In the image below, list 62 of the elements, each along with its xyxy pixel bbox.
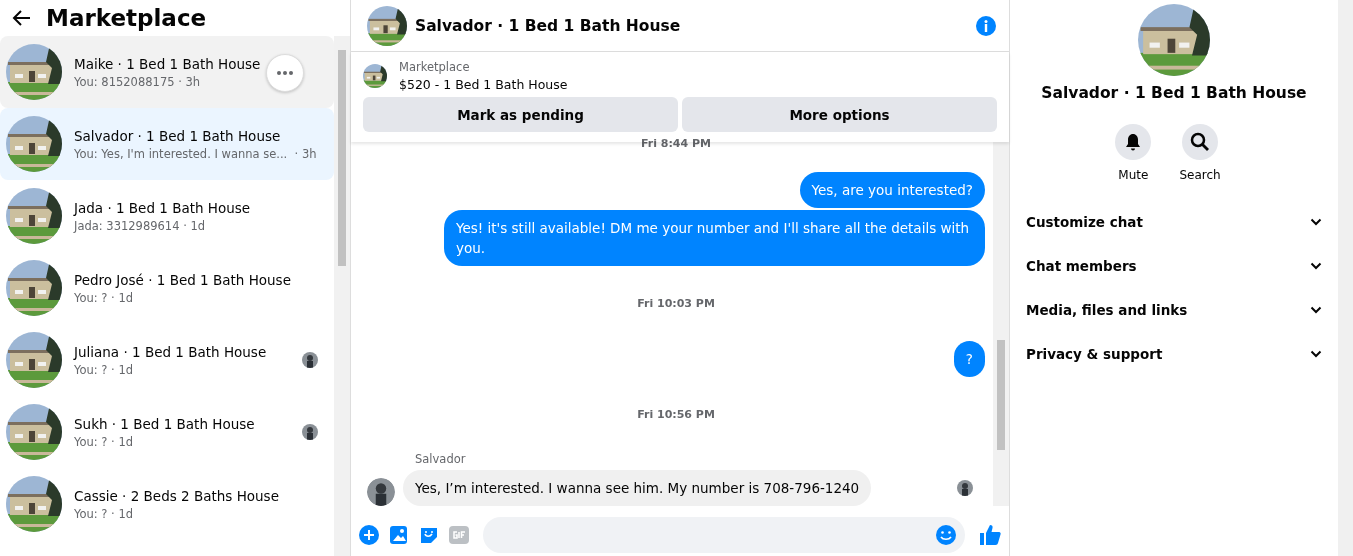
action-label: Mute xyxy=(1118,168,1149,182)
image-icon[interactable] xyxy=(389,525,409,545)
message-preview: You: Yes, I'm interested. I wanna se... · 3h xyxy=(74,146,317,161)
message-preview: You: ? · 1d xyxy=(74,506,135,521)
action-label: Search xyxy=(1179,168,1221,182)
message-bubble: Yes, I’m interested. I wanna see him. My number is 708-796-1240 xyxy=(403,470,872,506)
section-header[interactable]: Chat members xyxy=(1010,244,1338,288)
sender-name: Salvador xyxy=(415,452,467,466)
scrollbar[interactable] xyxy=(334,36,350,556)
conversation-item[interactable]: Jada · 1 Bed 1 Bath House Jada: 3312989614 · 1d xyxy=(0,180,334,252)
section-label: Chat members xyxy=(1026,258,1137,274)
bell-icon xyxy=(1124,133,1143,151)
conversation-item[interactable]: Juliana · 1 Bed 1 Bath House You: ? · 1d xyxy=(0,324,334,396)
conversation-name: Sukh · 1 Bed 1 Bath House xyxy=(74,415,255,432)
message-bubble: Yes, are you interested? xyxy=(799,172,985,208)
section-label: Customize chat xyxy=(1026,214,1143,230)
message-preview: You: 8152088175 · 3h xyxy=(74,74,202,89)
more-icon xyxy=(277,71,293,75)
conversation-item[interactable]: Cassie · 2 Beds 2 Baths House You: ? · 1d xyxy=(0,468,334,540)
conversation-item[interactable]: Pedro José · 1 Bed 1 Bath House You: ? · 1d xyxy=(0,252,334,324)
timestamp: Fri 10:56 PM xyxy=(636,409,716,423)
conversation-item[interactable]: Salvador · 1 Bed 1 Bath House You: Yes, I'm interested. I wanna se... · 3h xyxy=(0,108,334,180)
action-button[interactable] xyxy=(1182,124,1218,160)
section-header[interactable]: Customize chat xyxy=(1010,200,1338,244)
message-preview: You: ? · 1d xyxy=(74,290,135,305)
info-icon[interactable] xyxy=(975,14,997,37)
section-label: Privacy & support xyxy=(1026,346,1163,362)
action-button[interactable] xyxy=(1115,124,1152,160)
page-title: Marketplace xyxy=(46,5,207,31)
action-button[interactable]: More options xyxy=(682,97,997,132)
conversation-item[interactable]: Sukh · 1 Bed 1 Bath House You: ? · 1d xyxy=(0,396,334,468)
more-button[interactable] xyxy=(266,54,304,92)
chat-title: Salvador · 1 Bed 1 Bath House xyxy=(415,16,682,35)
action-button[interactable]: Mark as pending xyxy=(363,97,678,132)
search-icon xyxy=(1190,132,1210,152)
back-arrow-icon[interactable] xyxy=(12,8,32,28)
message-bubble: Yes! it's still available! DM me your number and I'll share all the details with you. xyxy=(444,210,985,266)
emoji-icon[interactable] xyxy=(935,524,957,546)
conversation-name: Cassie · 2 Beds 2 Baths House xyxy=(74,487,279,504)
conversation-name: Salvador · 1 Bed 1 Bath House xyxy=(74,127,282,144)
conversation-name: Pedro José · 1 Bed 1 Bath House xyxy=(74,271,291,288)
conversation-name: Maike · 1 Bed 1 Bath House xyxy=(74,55,261,72)
conversation-item[interactable]: Maike · 1 Bed 1 Bath House You: 8152088175 · 3h xyxy=(0,36,334,108)
message-preview: Jada: 3312989614 · 1d xyxy=(74,218,207,233)
message-bubble: ? xyxy=(953,341,985,377)
message-preview: You: ? · 1d xyxy=(74,362,135,377)
section-header[interactable]: Privacy & support xyxy=(1010,332,1338,376)
thumbs-up-icon[interactable] xyxy=(979,524,1001,546)
scrollbar[interactable] xyxy=(993,142,1009,506)
sticker-icon[interactable] xyxy=(419,525,439,545)
listing-source: Marketplace xyxy=(399,60,471,74)
timestamp: Fri 8:44 PM xyxy=(639,138,712,150)
conversation-name: Jada · 1 Bed 1 Bath House xyxy=(74,199,251,216)
section-header[interactable]: Media, files and links xyxy=(1010,288,1338,332)
conversation-name: Juliana · 1 Bed 1 Bath House xyxy=(74,343,267,360)
plus-icon[interactable] xyxy=(359,525,379,545)
message-field[interactable] xyxy=(483,517,965,553)
listing-summary: $520 - 1 Bed 1 Bath House xyxy=(399,77,568,92)
timestamp: Fri 10:03 PM xyxy=(636,298,716,312)
section-label: Media, files and links xyxy=(1026,302,1188,318)
message-preview: You: ? · 1d xyxy=(74,434,135,449)
contact-title: Salvador · 1 Bed 1 Bath House xyxy=(1040,84,1308,102)
